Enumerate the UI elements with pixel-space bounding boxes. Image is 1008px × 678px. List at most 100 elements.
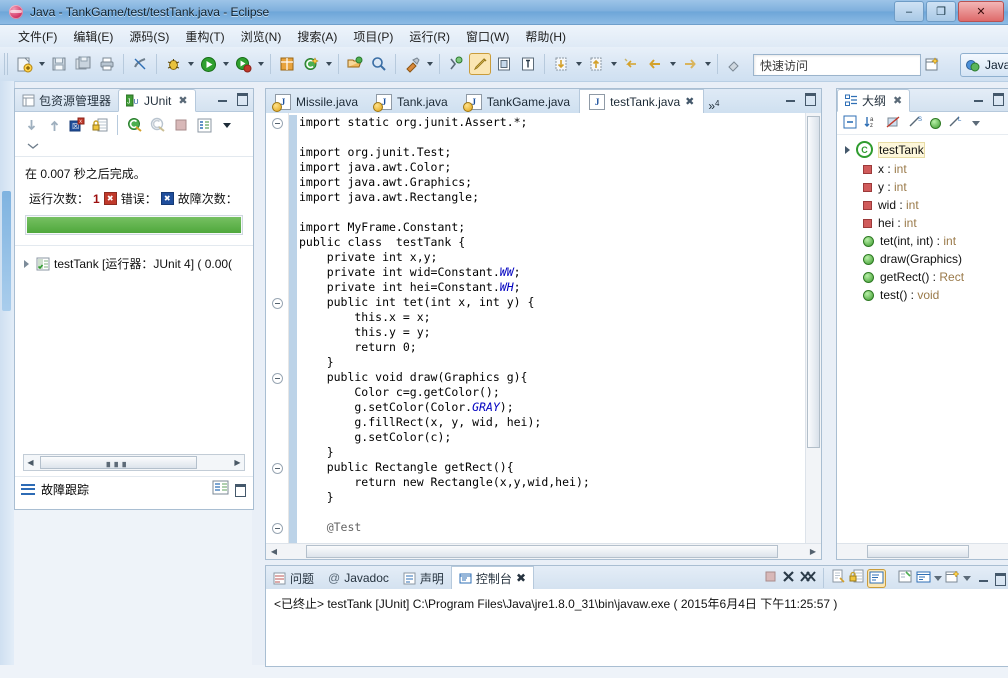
maximize-icon[interactable] [804,92,817,106]
fold-toggle-icon[interactable] [272,373,283,384]
scrollbar-thumb[interactable] [306,545,778,558]
minimize-icon[interactable] [217,92,230,105]
back-button[interactable] [644,53,666,75]
scroll-right-icon[interactable]: ▶ [807,547,819,556]
new-wizard-button[interactable] [13,53,35,75]
tab-outline[interactable]: 大纲 ✖ [837,89,911,112]
more-tabs-button[interactable]: » 4 [704,97,721,113]
previous-annotation-dropdown[interactable] [608,53,619,75]
maximize-icon[interactable] [236,92,249,106]
new-java-class-button[interactable] [300,53,322,75]
console-tab-javadoc[interactable]: @ Javadoc [321,567,396,589]
open-console-button[interactable] [916,570,931,587]
tab-junit[interactable]: JU JUnit ✖ [118,89,196,112]
open-console-dropdown[interactable] [934,575,942,581]
scroll-left-icon[interactable]: ◀ [268,547,280,556]
expand-arrow-icon[interactable] [845,145,850,154]
remove-all-terminated-button[interactable] [799,569,816,587]
maximize-icon[interactable] [994,572,1007,586]
remove-launch-button[interactable] [781,569,796,587]
console-tab-console[interactable]: 控制台 ✖ [450,566,534,590]
save-button[interactable] [48,53,70,75]
outline-field-wid[interactable]: wid : int [837,196,1008,214]
tab-package-explorer[interactable]: 包资源管理器 [15,90,118,111]
scroll-left-icon[interactable]: ◀ [24,456,37,469]
close-button[interactable]: ✕ [958,1,1004,22]
junit-horizontal-scrollbar[interactable]: ◀ ▖▖▖ ▶ [23,454,245,471]
outline-horizontal-scrollbar[interactable] [837,543,1008,559]
run-button[interactable] [197,53,219,75]
console-tab-declaration[interactable]: 声明 [396,567,451,589]
outline-field-y[interactable]: y : int [837,178,1008,196]
view-menu-button[interactable] [972,120,980,126]
fold-toggle-icon[interactable] [272,463,283,474]
menu-source[interactable]: 源码(S) [121,26,177,47]
forward-dropdown[interactable] [702,53,713,75]
last-edit-location-button[interactable] [620,53,642,75]
editor-vertical-scrollbar[interactable] [805,113,821,543]
close-icon[interactable]: ✖ [516,571,526,585]
collapse-all-button[interactable] [843,115,857,132]
folding-ruler[interactable] [266,113,289,543]
scrollbar-thumb[interactable] [807,116,820,448]
compare-result-button[interactable] [212,480,229,498]
debug-dropdown[interactable] [185,53,196,75]
outline-method-tet[interactable]: tet(int, int) : int [837,232,1008,250]
toggle-mark-occurrences-button[interactable] [129,53,151,75]
forward-button[interactable] [679,53,701,75]
terminate-button[interactable] [763,569,778,587]
external-tools-dropdown[interactable] [424,53,435,75]
outline-method-draw[interactable]: draw(Graphics) [837,250,1008,268]
menu-run[interactable]: 运行(R) [401,26,458,47]
hide-local-types-button[interactable]: L [948,115,963,132]
next-failure-button[interactable] [21,115,41,135]
close-icon[interactable]: ✖ [178,94,187,107]
scroll-right-icon[interactable]: ▶ [231,456,244,469]
console-tab-problems[interactable]: 问题 [266,567,321,589]
new-java-package-button[interactable] [276,53,298,75]
rerun-failed-tests-button[interactable] [148,115,168,135]
hide-static-button[interactable]: S [908,115,923,132]
scrollbar-thumb[interactable] [867,545,969,558]
editor-tab-tankgame[interactable]: J TankGame.java [457,90,579,113]
new-java-class-dropdown[interactable] [323,53,334,75]
source-code-text[interactable]: import static org.junit.Assert.*; import… [299,113,805,543]
new-console-dropdown[interactable] [963,575,971,581]
fold-toggle-icon[interactable] [272,523,283,534]
editor-tab-tank[interactable]: J Tank.java [367,90,457,113]
search-button[interactable] [368,53,390,75]
toolbar-grip[interactable] [4,53,9,75]
editor-tab-missile[interactable]: J Missile.java [266,90,367,113]
minimize-more-button[interactable] [23,136,43,156]
outline-method-test[interactable]: test() : void [837,286,1008,304]
minimize-button[interactable]: – [894,1,924,22]
maximize-icon[interactable] [234,483,247,497]
run-coverage-dropdown[interactable] [255,53,266,75]
external-tools-button[interactable] [401,53,423,75]
display-selected-console-button[interactable] [867,568,886,588]
menu-file[interactable]: 文件(F) [10,26,65,47]
debug-button[interactable] [162,53,184,75]
hide-fields-button[interactable] [886,115,901,132]
junit-tree-item-testtank[interactable]: testTank [运行器：JUnit 4] ( 0.00( [15,254,253,273]
editor-tab-testtank[interactable]: J testTank.java ✖ [579,89,705,114]
scroll-lock-button[interactable] [849,569,864,587]
save-all-button[interactable] [72,53,94,75]
view-menu-button[interactable] [217,115,237,135]
maximize-button[interactable]: ❐ [926,1,956,22]
menu-help[interactable]: 帮助(H) [517,26,574,47]
expand-arrow-icon[interactable] [21,258,32,269]
next-annotation-button[interactable] [550,53,572,75]
sort-button[interactable]: az [864,115,879,132]
scrollbar-thumb[interactable]: ▖▖▖ [40,456,197,469]
show-failures-only-button[interactable]: ☒ ☓ [67,115,87,135]
test-run-history-button[interactable] [194,115,214,135]
open-perspective-button[interactable] [920,53,944,75]
rerun-test-button[interactable] [125,115,145,135]
skip-breakpoints-button[interactable] [445,53,467,75]
back-dropdown[interactable] [667,53,678,75]
hide-non-public-button[interactable] [930,117,941,129]
previous-annotation-button[interactable] [585,53,607,75]
outline-root-testtank[interactable]: CtestTank [837,139,1008,160]
print-button[interactable] [96,53,118,75]
